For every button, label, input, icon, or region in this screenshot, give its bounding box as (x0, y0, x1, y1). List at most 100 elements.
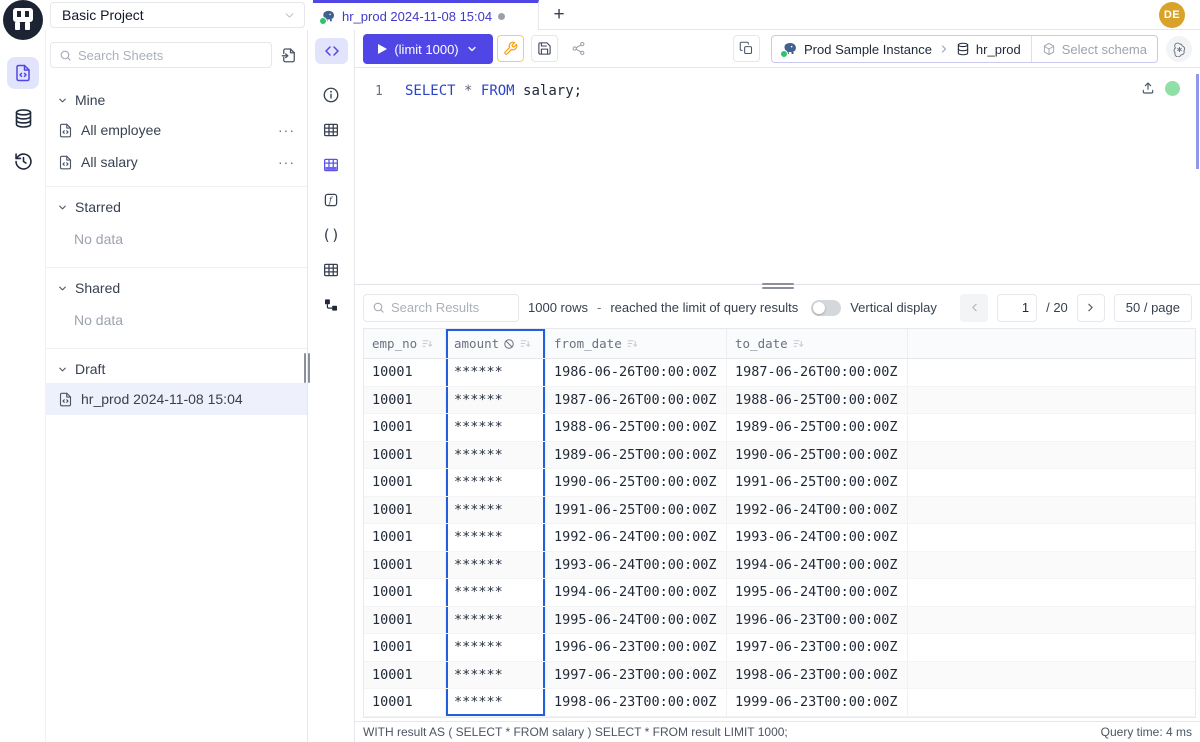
cell-emp_no[interactable]: 10001 (364, 524, 446, 552)
cell-to_date[interactable]: 1996-06-23T00:00:00Z (727, 607, 908, 635)
cell-to_date[interactable]: 1990-06-25T00:00:00Z (727, 442, 908, 470)
schema-selector[interactable]: Select schema (1031, 36, 1157, 62)
cell-emp_no[interactable]: 10001 (364, 607, 446, 635)
database-selector[interactable]: Prod Sample Instance hr_prod (772, 36, 1031, 62)
run-query-button[interactable]: (limit 1000) (363, 34, 493, 64)
cell-from_date[interactable]: 1988-06-25T00:00:00Z (546, 414, 727, 442)
schema-diagram-icon[interactable] (321, 295, 341, 315)
cell-to_date[interactable]: 1992-06-24T00:00:00Z (727, 497, 908, 525)
cell-from_date[interactable]: 1992-06-24T00:00:00Z (546, 524, 727, 552)
cell-emp_no[interactable]: 10001 (364, 662, 446, 690)
cell-to_date[interactable]: 1995-06-24T00:00:00Z (727, 579, 908, 607)
cell-to_date[interactable]: 1987-06-26T00:00:00Z (727, 359, 908, 387)
page-size-select[interactable]: 50 / page (1114, 294, 1192, 322)
section-mine-header[interactable]: Mine (46, 86, 307, 114)
cell-from_date[interactable]: 1996-06-23T00:00:00Z (546, 634, 727, 662)
cell-to_date[interactable]: 1997-06-23T00:00:00Z (727, 634, 908, 662)
cell-amount[interactable]: ****** (446, 524, 546, 552)
sheet-item-all-salary[interactable]: All salary ··· (46, 146, 307, 178)
cell-amount[interactable]: ****** (446, 497, 546, 525)
cell-amount[interactable]: ****** (446, 387, 546, 415)
batch-query-button[interactable] (733, 35, 760, 62)
upload-sql-icon[interactable] (1140, 80, 1156, 96)
sheet-search-box[interactable] (50, 42, 272, 68)
cell-amount[interactable]: ****** (446, 607, 546, 635)
user-avatar[interactable]: DE (1159, 2, 1185, 28)
cell-from_date[interactable]: 1991-06-25T00:00:00Z (546, 497, 727, 525)
section-shared-header[interactable]: Shared (46, 274, 307, 302)
project-select[interactable]: Basic Project (50, 2, 305, 28)
vertical-display-toggle[interactable] (811, 300, 841, 316)
cell-emp_no[interactable]: 10001 (364, 359, 446, 387)
cell-emp_no[interactable]: 10001 (364, 579, 446, 607)
cell-amount[interactable]: ****** (446, 634, 546, 662)
cell-emp_no[interactable]: 10001 (364, 634, 446, 662)
table-list-icon[interactable] (321, 260, 341, 280)
sheet-search-input[interactable] (78, 48, 263, 63)
cell-to_date[interactable]: 1993-06-24T00:00:00Z (727, 524, 908, 552)
results-search-box[interactable] (363, 294, 519, 322)
cell-from_date[interactable]: 1995-06-24T00:00:00Z (546, 607, 727, 635)
import-sheet-icon[interactable] (278, 44, 300, 66)
results-search-input[interactable] (391, 300, 510, 315)
cell-amount[interactable]: ****** (446, 442, 546, 470)
info-icon[interactable] (321, 85, 341, 105)
format-sql-button[interactable] (497, 35, 524, 62)
cell-amount[interactable]: ****** (446, 662, 546, 690)
next-page-button[interactable] (1077, 294, 1105, 322)
masked-table-icon[interactable] (321, 155, 341, 175)
save-sheet-button[interactable] (531, 35, 558, 62)
cell-amount[interactable]: ****** (446, 579, 546, 607)
page-number-input[interactable] (997, 294, 1037, 322)
cell-to_date[interactable]: 1998-06-23T00:00:00Z (727, 662, 908, 690)
cell-from_date[interactable]: 1987-06-26T00:00:00Z (546, 387, 727, 415)
sheet-item-draft[interactable]: hr_prod 2024-11-08 15:04 (46, 383, 307, 415)
section-starred-header[interactable]: Starred (46, 193, 307, 221)
cell-to_date[interactable]: 1999-06-23T00:00:00Z (727, 689, 908, 717)
cell-from_date[interactable]: 1989-06-25T00:00:00Z (546, 442, 727, 470)
cell-to_date[interactable]: 1994-06-24T00:00:00Z (727, 552, 908, 580)
cell-to_date[interactable]: 1991-06-25T00:00:00Z (727, 469, 908, 497)
cell-amount[interactable]: ****** (446, 689, 546, 717)
item-menu-icon[interactable]: ··· (278, 122, 295, 138)
cell-to_date[interactable]: 1988-06-25T00:00:00Z (727, 387, 908, 415)
results-resize-handle[interactable] (762, 283, 794, 289)
cell-amount[interactable]: ****** (446, 469, 546, 497)
item-menu-icon[interactable]: ··· (278, 154, 295, 170)
column-header-amount[interactable]: amount (446, 329, 546, 359)
sheet-item-all-employee[interactable]: All employee ··· (46, 114, 307, 146)
column-header-emp_no[interactable]: emp_no (364, 329, 446, 359)
rail-history-icon[interactable] (7, 145, 39, 177)
sql-editor[interactable]: 1 SELECT * FROM salary; (355, 68, 1200, 285)
cell-emp_no[interactable]: 10001 (364, 387, 446, 415)
cell-emp_no[interactable]: 10001 (364, 552, 446, 580)
table-panel-icon[interactable] (321, 120, 341, 140)
cell-emp_no[interactable]: 10001 (364, 469, 446, 497)
new-tab-button[interactable]: + (547, 3, 571, 27)
column-header-from_date[interactable]: from_date (546, 329, 727, 359)
sidebar-resize-handle[interactable] (304, 353, 310, 383)
share-button[interactable] (565, 35, 592, 62)
cell-from_date[interactable]: 1990-06-25T00:00:00Z (546, 469, 727, 497)
cell-from_date[interactable]: 1997-06-23T00:00:00Z (546, 662, 727, 690)
cell-from_date[interactable]: 1986-06-26T00:00:00Z (546, 359, 727, 387)
cell-from_date[interactable]: 1998-06-23T00:00:00Z (546, 689, 727, 717)
cell-to_date[interactable]: 1989-06-25T00:00:00Z (727, 414, 908, 442)
cell-amount[interactable]: ****** (446, 552, 546, 580)
bytebase-logo[interactable] (3, 0, 43, 40)
ai-assistant-button[interactable] (1166, 36, 1192, 62)
cell-emp_no[interactable]: 10001 (364, 689, 446, 717)
parentheses-panel-icon[interactable]: () (321, 225, 341, 245)
code-panel-icon[interactable] (315, 38, 348, 64)
rail-worksheet-icon[interactable] (7, 57, 39, 89)
function-panel-icon[interactable]: f (321, 190, 341, 210)
column-header-to_date[interactable]: to_date (727, 329, 908, 359)
section-draft-header[interactable]: Draft (46, 355, 307, 383)
cell-amount[interactable]: ****** (446, 414, 546, 442)
cell-emp_no[interactable]: 10001 (364, 442, 446, 470)
cell-from_date[interactable]: 1994-06-24T00:00:00Z (546, 579, 727, 607)
cell-amount[interactable]: ****** (446, 359, 546, 387)
prev-page-button[interactable] (960, 294, 988, 322)
cell-emp_no[interactable]: 10001 (364, 497, 446, 525)
tab-worksheet[interactable]: hr_prod 2024-11-08 15:04 (313, 0, 539, 30)
